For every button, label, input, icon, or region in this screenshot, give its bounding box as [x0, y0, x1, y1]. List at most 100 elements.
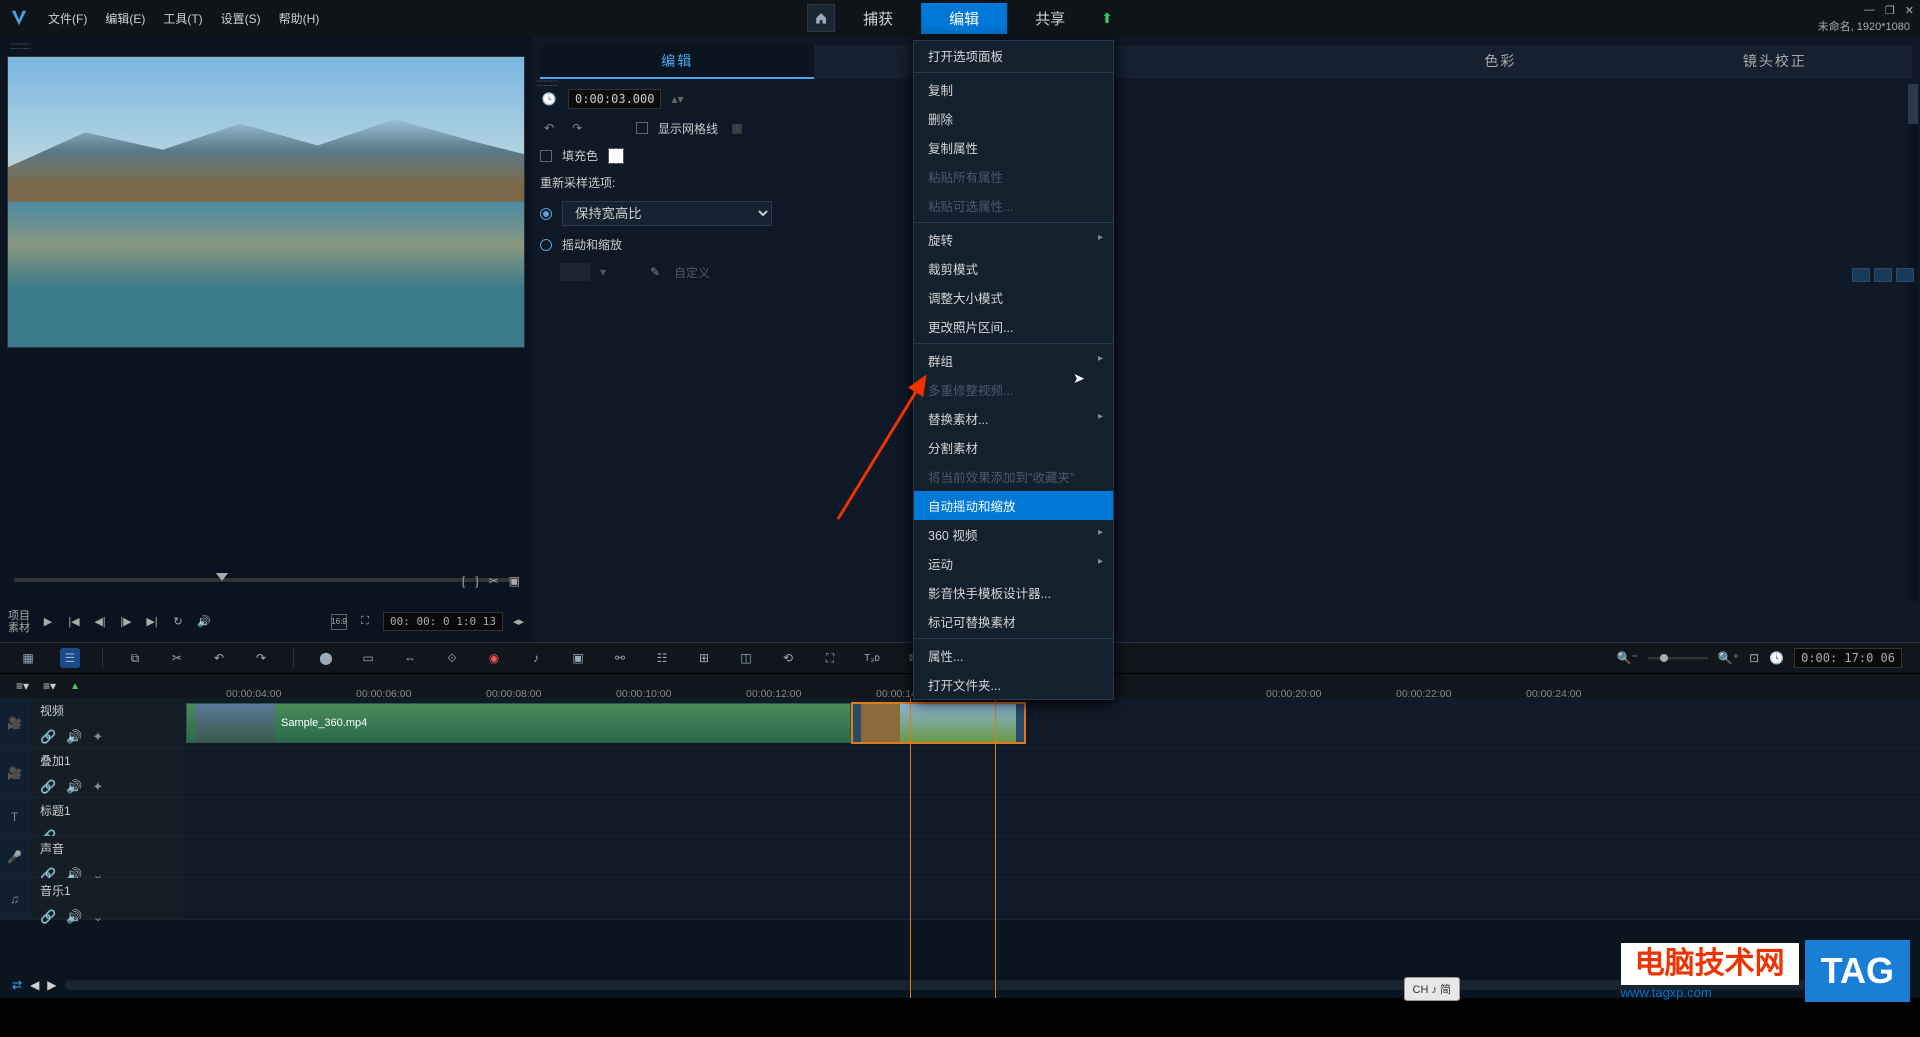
tab-capture[interactable]: 捕获	[835, 3, 921, 34]
undo-icon[interactable]: ↶	[540, 119, 558, 137]
restore-icon[interactable]: ❐	[1885, 4, 1895, 17]
goto-end-icon[interactable]: ▶|	[144, 614, 160, 630]
timeline-view-icon[interactable]: ☰	[60, 648, 80, 668]
grid-icon[interactable]: ⊞	[694, 648, 714, 668]
fx-icon[interactable]: ✦	[92, 779, 103, 795]
track-music-lane[interactable]	[186, 878, 1920, 919]
menu-file[interactable]: 文件(F)	[48, 10, 87, 27]
clip-sample360[interactable]: Sample_360.mp4	[186, 703, 851, 743]
multicam-icon[interactable]: ◫	[736, 648, 756, 668]
preview-scrubber[interactable]	[14, 578, 518, 582]
redo-icon[interactable]: ↷	[251, 648, 271, 668]
ctx-template[interactable]: 影音快手模板设计器...	[914, 578, 1113, 607]
cut-icon[interactable]: ✂	[489, 574, 499, 588]
et-lens[interactable]: 镜头校正	[1638, 45, 1912, 79]
auto-scroll-icon[interactable]: ⇄	[12, 978, 22, 992]
track-type-video-icon[interactable]: 🎥	[0, 698, 30, 747]
snapshot-icon[interactable]: ▣	[509, 574, 520, 588]
ctx-copy[interactable]: 复制	[914, 75, 1113, 104]
expand-icon[interactable]: ⌄	[92, 909, 103, 925]
prev-frame-icon[interactable]: ◀|	[92, 614, 108, 630]
goto-start-icon[interactable]: |◀	[66, 614, 82, 630]
menu-help[interactable]: 帮助(H)	[279, 10, 320, 27]
cut-clip-icon[interactable]: ✂	[167, 648, 187, 668]
et-color[interactable]: 色彩	[1363, 45, 1637, 79]
ctx-open-options[interactable]: 打开选项面板	[914, 41, 1113, 70]
grid-settings-icon[interactable]: ▦	[728, 119, 746, 137]
ctx-rotate[interactable]: 旋转▸	[914, 225, 1113, 254]
track-type-title-icon[interactable]: T	[0, 798, 30, 835]
grid-checkbox[interactable]	[636, 122, 648, 134]
ctx-replace[interactable]: 替换素材...▸	[914, 404, 1113, 433]
toolbar-timecode[interactable]: 0:00: 17:0 06	[1794, 648, 1902, 668]
tab-edit[interactable]: 编辑	[921, 3, 1007, 34]
sync-icon[interactable]: ⟲	[778, 648, 798, 668]
ctx-change-duration[interactable]: 更改照片区间...	[914, 312, 1113, 341]
track-type-music-icon[interactable]: ♫	[0, 878, 30, 919]
marker-icon[interactable]: ⟐	[442, 648, 462, 668]
mixer-icon[interactable]: ♪	[526, 648, 546, 668]
scroll-left-icon[interactable]: ◀	[30, 978, 39, 992]
tc-spinner-icon[interactable]: ▴▾	[671, 92, 683, 106]
play-icon[interactable]: ▶	[40, 614, 56, 630]
collapse-icon[interactable]: ▲	[70, 681, 80, 692]
panel-scrollbar[interactable]	[1908, 84, 1918, 602]
list2-icon[interactable]: ≡▾	[43, 679, 56, 693]
mute-icon[interactable]: 🔊	[66, 779, 82, 795]
list-icon[interactable]: ≡▾	[16, 679, 29, 693]
aspect-select[interactable]: 保持宽高比	[562, 201, 772, 226]
fill-color-swatch[interactable]	[608, 148, 624, 164]
ctx-split[interactable]: 分割素材	[914, 433, 1113, 462]
fill-checkbox[interactable]	[540, 150, 552, 162]
copy-clip-icon[interactable]: ⧉	[125, 648, 145, 668]
track-title-lane[interactable]	[186, 798, 1920, 835]
panel-grip-icon[interactable]: ::::::::::::	[536, 78, 557, 89]
3d-title-icon[interactable]: T₃ᴅ	[862, 648, 882, 668]
next-frame-icon[interactable]: |▶	[118, 614, 134, 630]
ctx-mark-replace[interactable]: 标记可替换素材	[914, 607, 1113, 636]
zoom-out-icon[interactable]: 🔍⁻	[1617, 651, 1638, 665]
close-icon[interactable]: ✕	[1905, 4, 1914, 17]
link-icon[interactable]: 🔗	[40, 779, 56, 795]
fit-icon[interactable]: ⇔	[400, 648, 420, 668]
ctx-properties[interactable]: 属性...	[914, 641, 1113, 670]
clock-icon[interactable]: 🕓	[1769, 651, 1784, 665]
track-voice-lane[interactable]	[186, 836, 1920, 877]
record-icon[interactable]: ⬤	[316, 648, 336, 668]
preview-canvas[interactable]	[7, 56, 525, 348]
track-type-voice-icon[interactable]: 🎤	[0, 836, 30, 877]
playhead-end-icon[interactable]	[995, 698, 996, 998]
crop-icon[interactable]: ⛶	[820, 648, 840, 668]
duration-field[interactable]: 0:00:03.000	[568, 89, 661, 109]
et-blank[interactable]	[1089, 45, 1363, 79]
storyboard-view-icon[interactable]: ▦	[18, 648, 38, 668]
track-overlay-lane[interactable]	[186, 748, 1920, 797]
ctx-motion[interactable]: 运动▸	[914, 549, 1113, 578]
redo-icon[interactable]: ↷	[568, 119, 586, 137]
ctx-group[interactable]: 群组▸	[914, 346, 1113, 375]
playhead-icon[interactable]	[910, 698, 911, 998]
volume-icon[interactable]: 🔊	[196, 614, 212, 630]
subtitle-icon[interactable]: ☷	[652, 648, 672, 668]
ctx-crop[interactable]: 裁剪模式	[914, 254, 1113, 283]
scroll-right-icon[interactable]: ▶	[47, 978, 56, 992]
panel-grip-icon[interactable]: ::::::::::::	[5, 41, 527, 53]
preview-timecode[interactable]: 00: 00: 0 1:0 13	[383, 612, 503, 631]
menu-settings[interactable]: 设置(S)	[221, 10, 261, 27]
track-type-overlay-icon[interactable]: 🎥	[0, 748, 30, 797]
mute-icon[interactable]: 🔊	[66, 909, 82, 925]
radio-keep-aspect[interactable]	[540, 208, 552, 220]
chapter-icon[interactable]: ▣	[568, 648, 588, 668]
ctx-delete[interactable]: 删除	[914, 104, 1113, 133]
menu-tools[interactable]: 工具(T)	[163, 10, 202, 27]
zoom-in-icon[interactable]: 🔍⁺	[1718, 651, 1739, 665]
mute-icon[interactable]: 🔊	[66, 729, 82, 745]
menu-edit[interactable]: 编辑(E)	[105, 10, 145, 27]
clip-image-selected[interactable]	[851, 702, 1026, 744]
radio-pan-zoom[interactable]	[540, 239, 552, 251]
ctx-copy-attrs[interactable]: 复制属性	[914, 133, 1113, 162]
aspect-icon[interactable]: 16:9	[331, 614, 347, 630]
scrubber-thumb-icon[interactable]	[216, 573, 228, 581]
link-icon[interactable]: ⚯	[610, 648, 630, 668]
home-icon[interactable]	[807, 4, 835, 32]
